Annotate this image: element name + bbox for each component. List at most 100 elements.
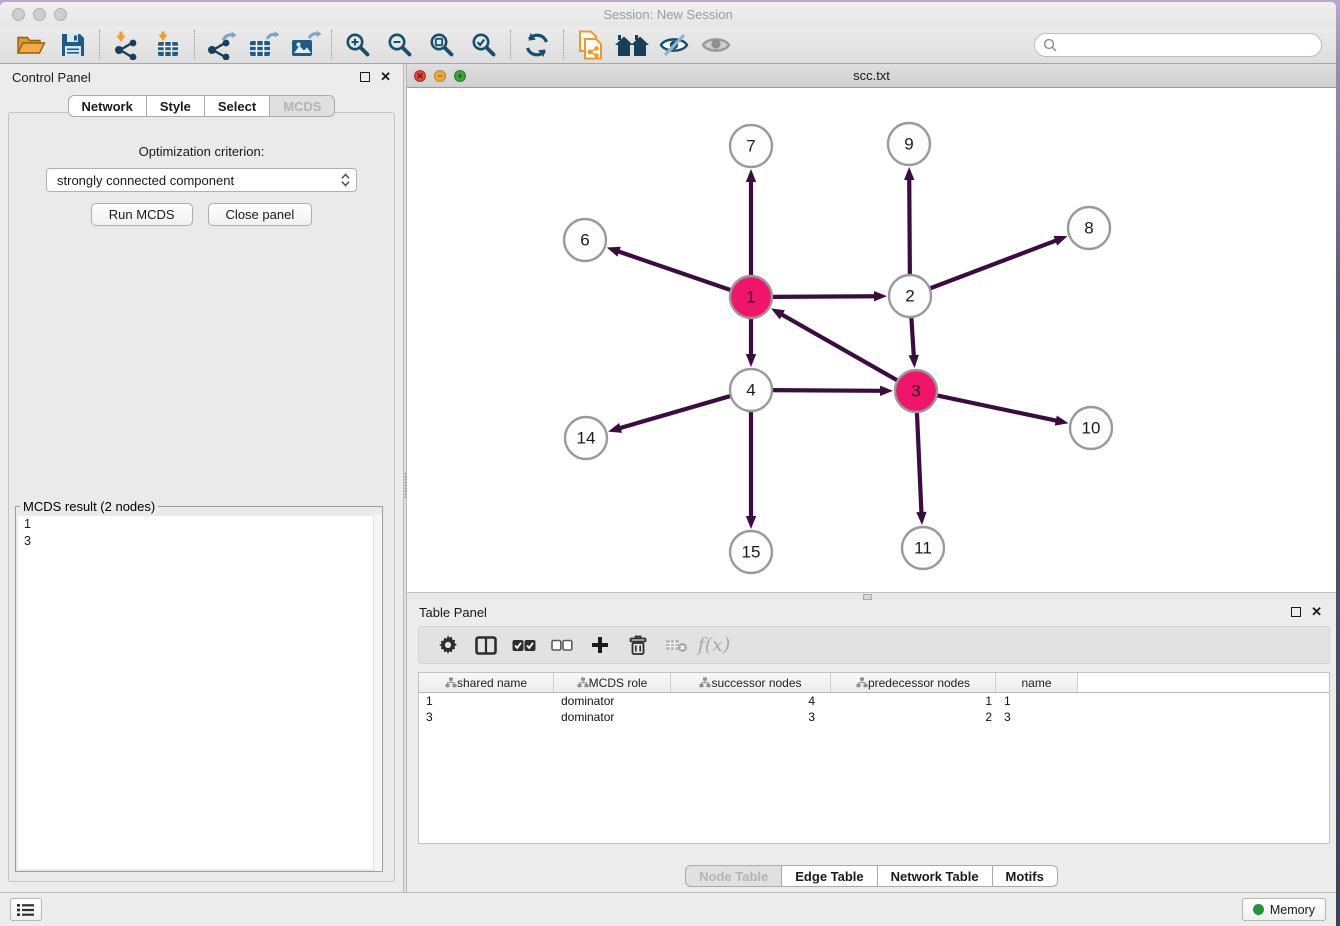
node-table: shared name MCDS role successor nodes pr… xyxy=(418,672,1330,844)
edge-2-8[interactable] xyxy=(928,240,1057,289)
column-label: predecessor nodes xyxy=(868,676,970,690)
cell-predecessor-nodes[interactable]: 1 xyxy=(831,693,996,709)
cell-shared-name[interactable]: 3 xyxy=(419,709,554,725)
cell-successor-nodes[interactable]: 3 xyxy=(671,709,831,725)
split-columns-button[interactable] xyxy=(467,630,505,660)
function-builder-button[interactable]: f(x) xyxy=(695,630,733,660)
zoom-fit-button[interactable] xyxy=(421,28,463,62)
network-window-titlebar[interactable]: ✕ − + scc.txt xyxy=(407,64,1336,88)
column-header-successor-nodes[interactable]: successor nodes xyxy=(671,673,831,692)
node-label-11: 11 xyxy=(914,539,932,558)
toolbar-separator xyxy=(99,30,100,60)
node-label-15: 15 xyxy=(742,543,761,562)
edge-4-3[interactable] xyxy=(770,390,882,391)
column-type-icon xyxy=(856,677,868,688)
plus-icon xyxy=(591,636,609,654)
cell-name[interactable]: 3 xyxy=(996,709,1078,725)
tab-style[interactable]: Style xyxy=(147,95,205,117)
column-header-shared-name[interactable]: shared name xyxy=(419,673,554,692)
edge-3-11[interactable] xyxy=(917,410,922,514)
table-header-row: shared name MCDS role successor nodes pr… xyxy=(419,673,1329,693)
close-panel-button[interactable]: Close panel xyxy=(208,203,313,226)
deselect-all-button[interactable] xyxy=(543,630,581,660)
toolbar-separator xyxy=(194,30,195,60)
trash-icon xyxy=(629,635,647,656)
edge-3-10[interactable] xyxy=(935,395,1058,421)
edge-1-2[interactable] xyxy=(770,296,876,297)
export-image-button[interactable] xyxy=(284,28,326,62)
toolbar-separator xyxy=(331,30,332,60)
edge-3-1[interactable] xyxy=(781,314,900,382)
zoom-out-button[interactable] xyxy=(379,28,421,62)
table-row[interactable]: 3dominator323 xyxy=(419,709,1329,725)
cell-name[interactable]: 1 xyxy=(996,693,1078,709)
import-network-button[interactable] xyxy=(105,28,147,62)
close-network-button[interactable]: ✕ xyxy=(414,70,426,82)
show-all-button[interactable] xyxy=(695,28,737,62)
unchecked-boxes-icon xyxy=(551,639,573,652)
tab-node-table[interactable]: Node Table xyxy=(685,865,782,887)
cell-predecessor-nodes[interactable]: 2 xyxy=(831,709,996,725)
table-settings-button[interactable] xyxy=(429,630,467,660)
cell-successor-nodes[interactable]: 4 xyxy=(671,693,831,709)
cell-shared-name[interactable]: 1 xyxy=(419,693,554,709)
network-canvas-svg[interactable]: 7968124314101511 xyxy=(407,88,1336,592)
tab-mcds[interactable]: MCDS xyxy=(270,95,335,117)
hide-selected-button[interactable] xyxy=(653,28,695,62)
delete-row-button[interactable] xyxy=(619,630,657,660)
result-item[interactable]: 1 xyxy=(18,516,380,533)
close-panel-icon[interactable]: ✕ xyxy=(380,72,391,82)
edge-arrow-4-15 xyxy=(746,516,756,529)
home-button[interactable] xyxy=(611,28,653,62)
memory-button[interactable]: Memory xyxy=(1242,898,1326,921)
close-window-button[interactable] xyxy=(12,8,25,21)
horizontal-splitter[interactable] xyxy=(407,592,1336,600)
result-item[interactable]: 3 xyxy=(18,533,380,550)
close-panel-icon[interactable]: ✕ xyxy=(1311,607,1322,617)
table-row[interactable]: 1dominator411 xyxy=(419,693,1329,709)
cell-mcds-role[interactable]: dominator xyxy=(554,709,671,725)
float-panel-icon[interactable] xyxy=(1291,607,1301,617)
import-table-button[interactable] xyxy=(147,28,189,62)
optimization-criterion-label: Optimization criterion: xyxy=(9,144,394,159)
save-session-button[interactable] xyxy=(52,28,94,62)
criterion-dropdown[interactable]: strongly connected component xyxy=(46,168,357,192)
select-all-button[interactable] xyxy=(505,630,543,660)
network-canvas[interactable]: 7968124314101511 xyxy=(407,88,1336,592)
tab-select[interactable]: Select xyxy=(205,95,270,117)
float-panel-icon[interactable] xyxy=(360,72,370,82)
network-document-button[interactable] xyxy=(569,28,611,62)
zoom-in-button[interactable] xyxy=(337,28,379,62)
edge-4-14[interactable] xyxy=(619,395,733,428)
column-label: shared name xyxy=(457,676,527,690)
edge-2-9[interactable] xyxy=(909,178,910,277)
maximize-window-button[interactable] xyxy=(54,8,67,21)
export-network-button[interactable] xyxy=(200,28,242,62)
column-header-predecessor-nodes[interactable]: predecessor nodes xyxy=(831,673,996,692)
table-panel-title: Table Panel xyxy=(419,605,1281,620)
refresh-network-button[interactable] xyxy=(516,28,558,62)
task-history-button[interactable] xyxy=(10,898,42,921)
add-row-button[interactable] xyxy=(581,630,619,660)
search-input[interactable] xyxy=(1062,38,1313,52)
search-box xyxy=(1034,33,1322,57)
column-header-mcds-role[interactable]: MCDS role xyxy=(554,673,671,692)
tab-edge-table[interactable]: Edge Table xyxy=(782,865,877,887)
maximize-network-button[interactable]: + xyxy=(454,70,466,82)
cell-mcds-role[interactable]: dominator xyxy=(554,693,671,709)
network-view-window: ✕ − + scc.txt 7968124314101511 xyxy=(407,64,1336,592)
minimize-network-button[interactable]: − xyxy=(434,70,446,82)
zoom-selected-button[interactable] xyxy=(463,28,505,62)
export-table-button[interactable] xyxy=(242,28,284,62)
open-session-button[interactable] xyxy=(10,28,52,62)
result-scrollbar[interactable] xyxy=(373,514,382,871)
minimize-window-button[interactable] xyxy=(33,8,46,21)
tab-network-table[interactable]: Network Table xyxy=(878,865,993,887)
edge-1-6[interactable] xyxy=(617,251,733,291)
run-mcds-button[interactable]: Run MCDS xyxy=(91,203,193,226)
delete-table-button[interactable] xyxy=(657,630,695,660)
edge-2-3[interactable] xyxy=(911,315,914,357)
column-header-name[interactable]: name xyxy=(996,673,1078,692)
tab-network[interactable]: Network xyxy=(68,95,147,117)
tab-motifs[interactable]: Motifs xyxy=(993,865,1058,887)
